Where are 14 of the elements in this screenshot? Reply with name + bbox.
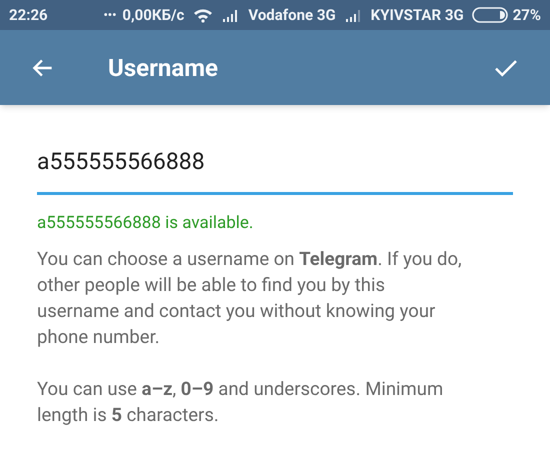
help-text: You can choose a username on Telegram. If you do, other people will be able to find you by this username and contact you without knowing your phone number. (37, 247, 463, 350)
screen-title: Username (108, 52, 219, 84)
availability-message: a555555566888 is available. (37, 212, 254, 234)
more-dots: ••• (103, 7, 116, 24)
help-text: You can use a–z, 0–9 and underscores. Minimum length is 5 characters. (37, 377, 444, 428)
carrier-name: Vodafone 3G (248, 4, 336, 26)
network-speed: 0,00КБ/с (122, 4, 184, 26)
username-field[interactable]: a555555566888 (37, 145, 513, 194)
wifi-icon (193, 8, 214, 22)
carrier-name: KYIVSTAR 3G (370, 4, 464, 26)
signal-icon (344, 8, 363, 22)
status-time: 22:26 (9, 4, 48, 26)
battery-icon (472, 7, 508, 23)
battery-percent: 27% (512, 4, 541, 26)
